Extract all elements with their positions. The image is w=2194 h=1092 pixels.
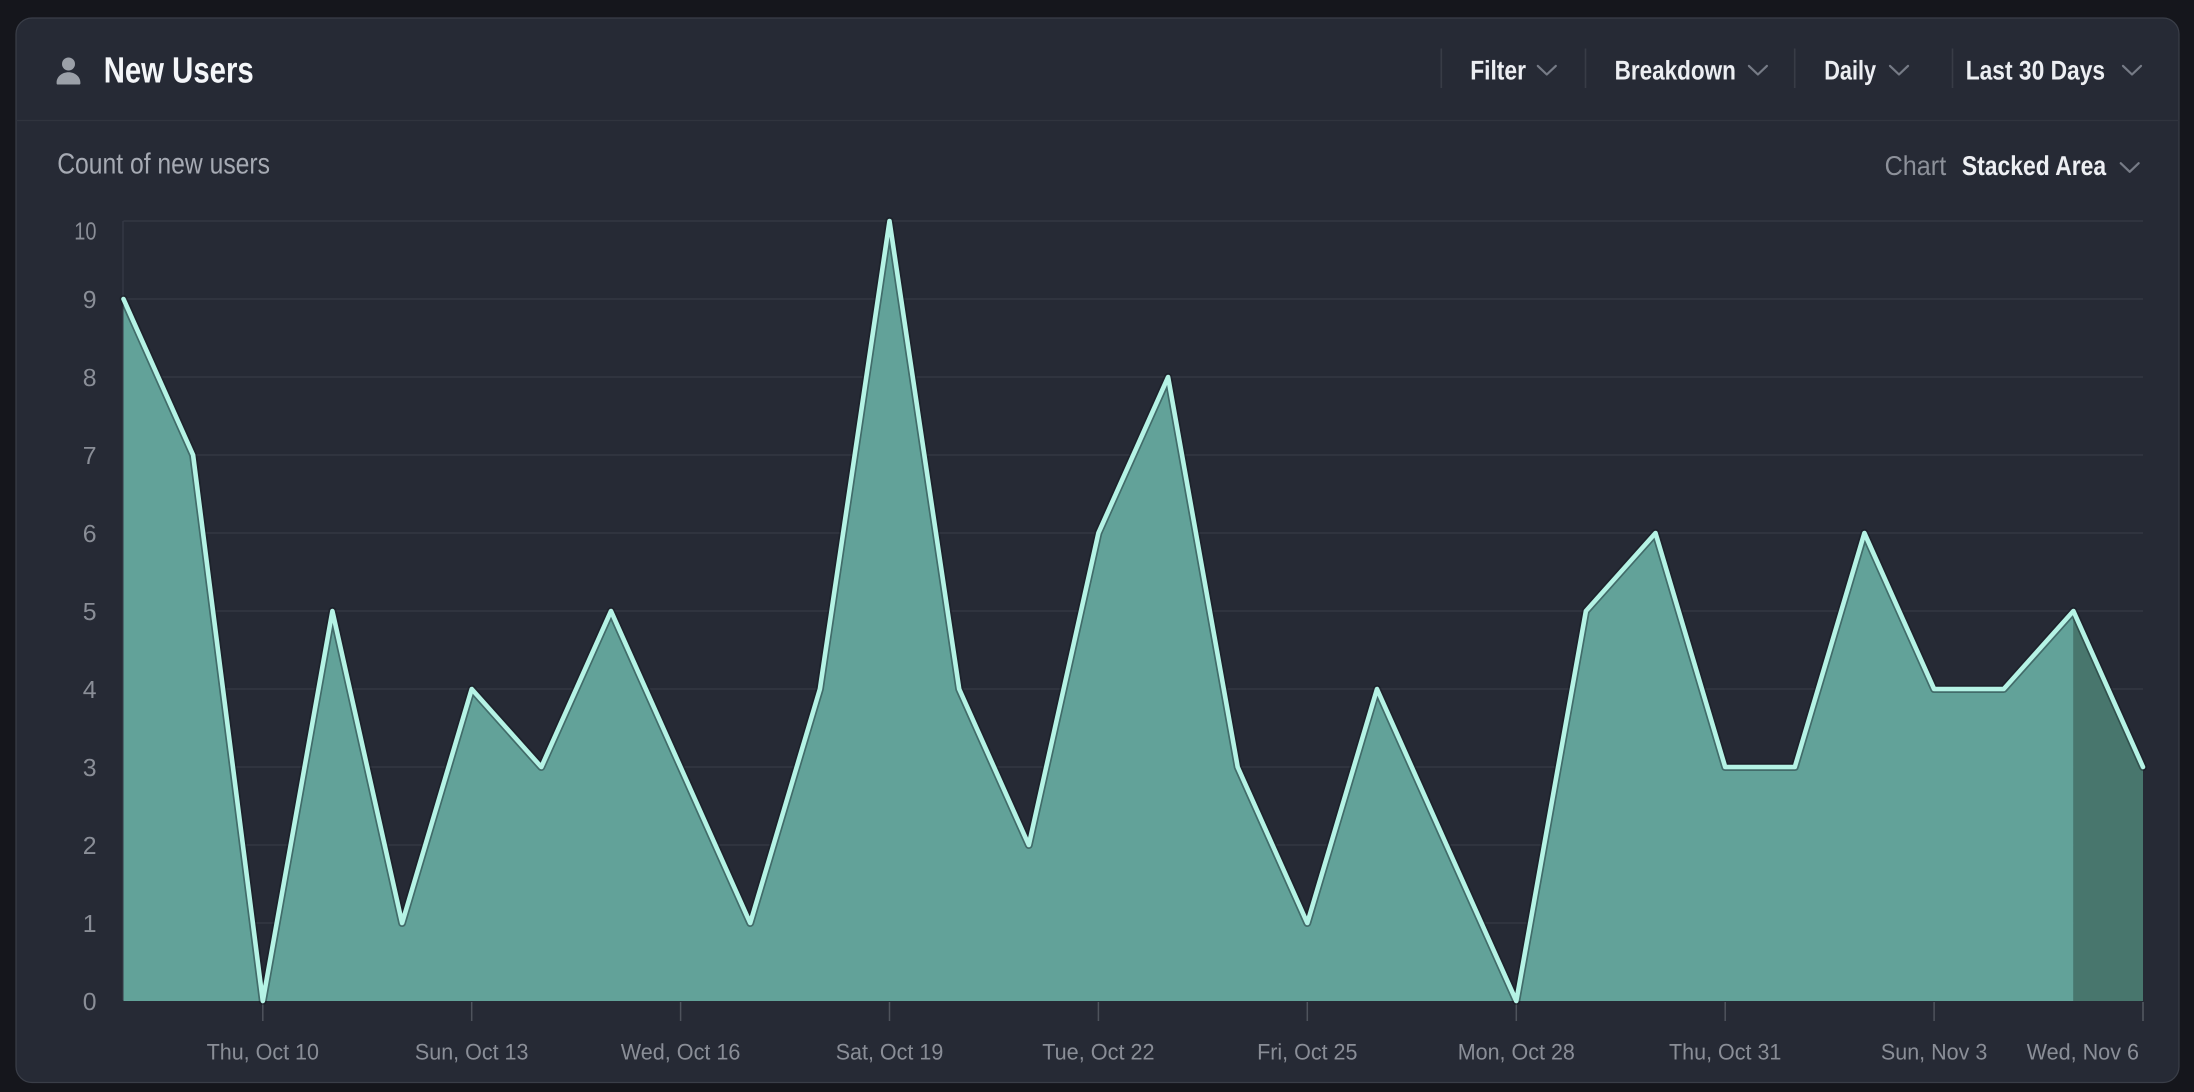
svg-text:7: 7 (83, 443, 97, 470)
svg-text:Chart: Chart (1885, 150, 1947, 181)
svg-text:Tue, Oct 22: Tue, Oct 22 (1042, 1040, 1154, 1065)
svg-text:6: 6 (83, 521, 97, 548)
svg-text:Sun, Oct 13: Sun, Oct 13 (415, 1040, 529, 1065)
svg-text:Breakdown: Breakdown (1615, 55, 1736, 85)
svg-text:New Users: New Users (104, 50, 254, 91)
svg-text:9: 9 (83, 287, 97, 314)
svg-text:Stacked Area: Stacked Area (1962, 150, 2107, 181)
svg-text:1: 1 (83, 911, 97, 938)
svg-text:Count of new users: Count of new users (57, 148, 270, 180)
svg-text:4: 4 (83, 677, 97, 704)
svg-text:Thu, Oct 10: Thu, Oct 10 (207, 1040, 319, 1065)
svg-text:Daily: Daily (1824, 55, 1876, 85)
svg-text:2: 2 (83, 833, 97, 860)
svg-text:Mon, Oct 28: Mon, Oct 28 (1458, 1040, 1575, 1065)
svg-text:Wed, Oct 16: Wed, Oct 16 (621, 1040, 741, 1065)
svg-text:Sat, Oct 19: Sat, Oct 19 (836, 1040, 944, 1065)
svg-text:Wed, Nov 6: Wed, Nov 6 (2027, 1040, 2139, 1065)
svg-text:8: 8 (83, 365, 97, 392)
svg-text:10: 10 (74, 219, 96, 246)
svg-text:Fri, Oct 25: Fri, Oct 25 (1257, 1040, 1357, 1065)
svg-text:Filter: Filter (1470, 55, 1526, 85)
svg-text:Last 30 Days: Last 30 Days (1966, 55, 2105, 85)
svg-text:3: 3 (83, 755, 97, 782)
svg-text:5: 5 (83, 599, 97, 626)
svg-text:Sun, Nov 3: Sun, Nov 3 (1881, 1040, 1987, 1065)
svg-text:0: 0 (83, 989, 97, 1016)
svg-text:Thu, Oct 31: Thu, Oct 31 (1669, 1040, 1781, 1065)
